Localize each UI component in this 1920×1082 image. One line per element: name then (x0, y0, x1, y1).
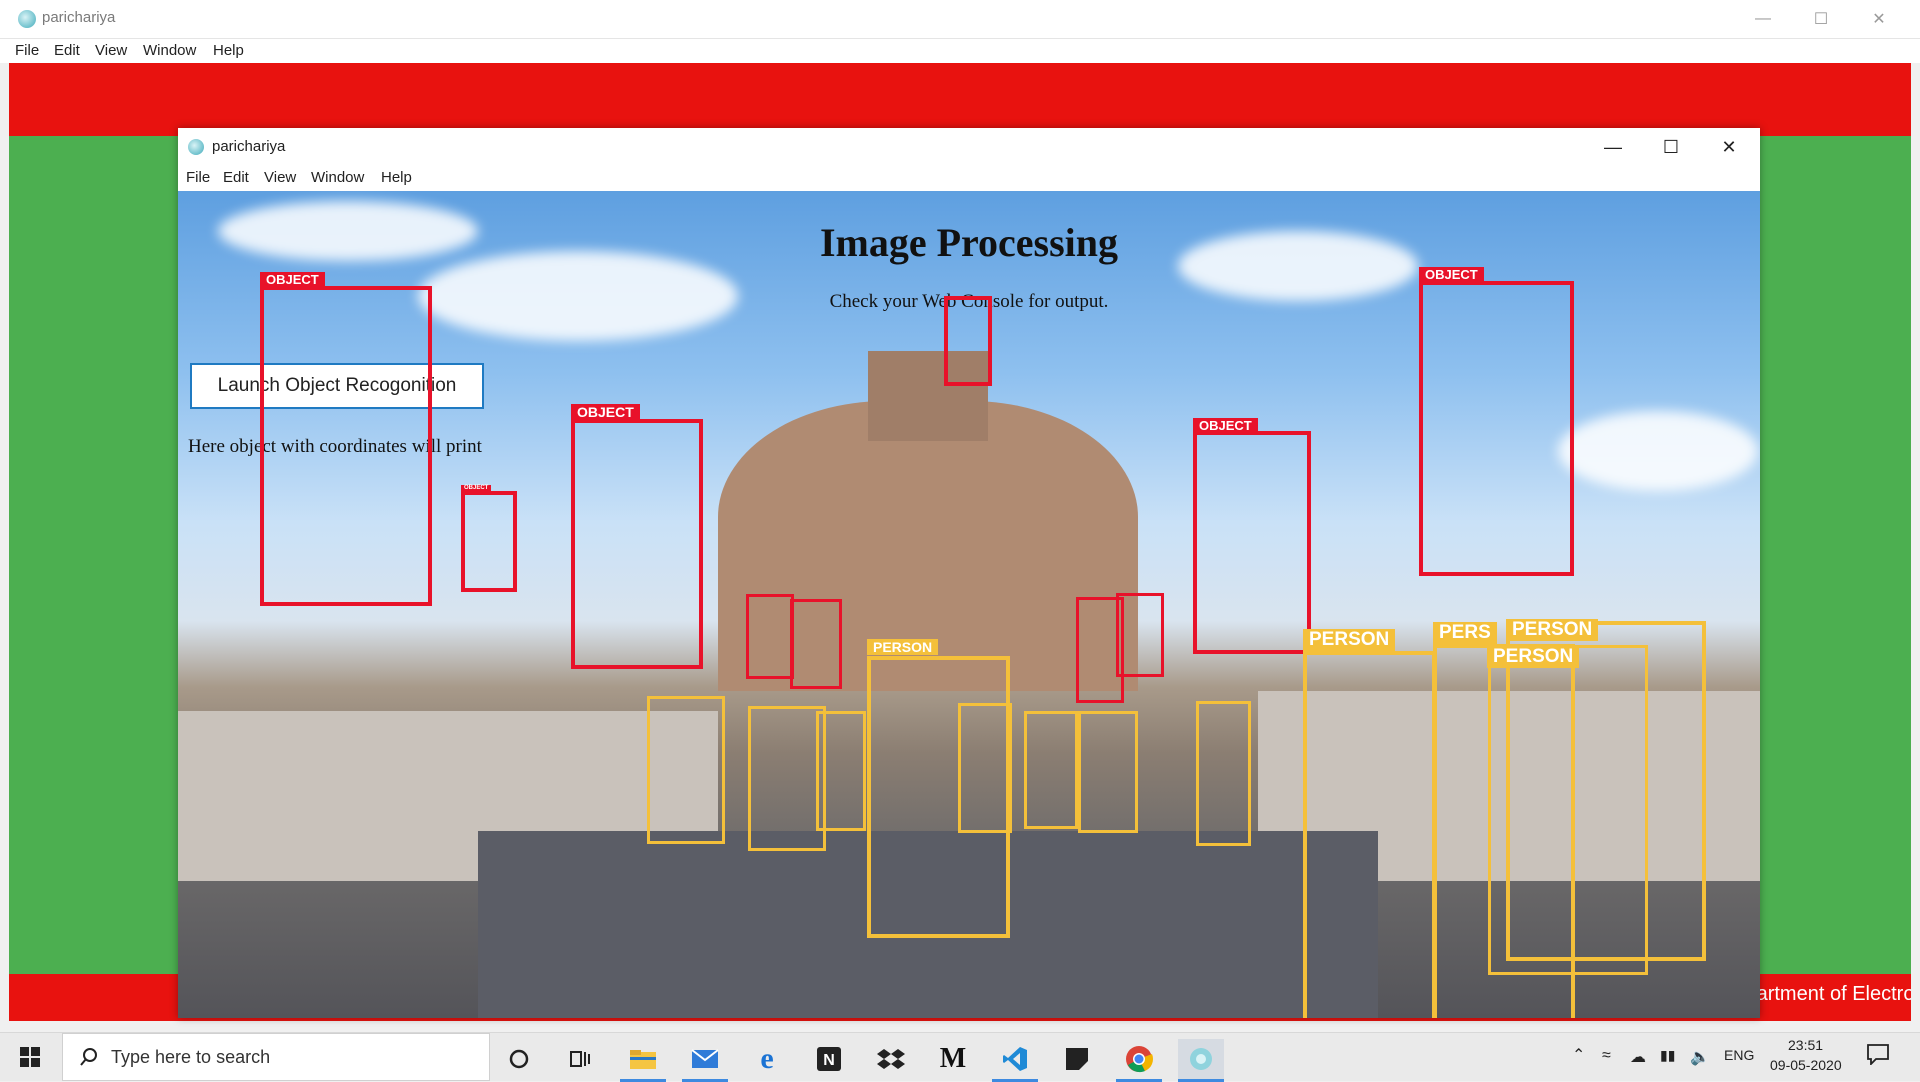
maximize-button[interactable]: ☐ (1792, 0, 1850, 38)
vscode-icon[interactable] (992, 1039, 1038, 1082)
menu-file[interactable]: File (15, 42, 39, 59)
object-tag: OBJECT (1419, 267, 1484, 282)
volume-icon[interactable]: 🔈 (1690, 1047, 1710, 1067)
person-tag: PERSON (867, 639, 939, 655)
show-hidden-icons[interactable]: ⌃ (1572, 1045, 1585, 1065)
person-detection-box (1024, 711, 1078, 829)
search-placeholder: Type here to search (111, 1047, 271, 1067)
top-banner (9, 63, 1911, 136)
inner-window: parichariya — ☐ ✕ File Edit View Window … (178, 128, 1760, 1018)
menu-window[interactable]: Window (143, 42, 196, 59)
menu-help[interactable]: Help (213, 42, 244, 59)
object-detection-box: OBJECT (571, 404, 703, 669)
outer-menu-bar: File Edit View Window Help (0, 39, 1920, 63)
person-detection-box: PERSON (1487, 645, 1648, 975)
app-icon (188, 139, 204, 155)
notifications-icon[interactable] (1866, 1043, 1890, 1068)
object-tag: OBJECT (260, 272, 325, 287)
inner-window-title: parichariya (212, 138, 286, 155)
object-detection-box: OBJECT (461, 485, 517, 592)
chrome-icon[interactable] (1116, 1039, 1162, 1082)
mail-icon[interactable] (682, 1039, 728, 1082)
person-detection-box: PERSON (1303, 629, 1436, 1018)
inner-minimize-button[interactable]: — (1584, 128, 1642, 166)
close-button[interactable]: ✕ (1850, 0, 1908, 38)
inner-menu-bar: File Edit View Window Help (178, 166, 1760, 190)
inner-title-bar: parichariya — ☐ ✕ (178, 128, 1760, 166)
search-icon (80, 1048, 97, 1066)
app-content-area: It is gladdening to thank Humanitarian T… (9, 63, 1911, 1021)
object-detection-box: OBJECT (260, 272, 432, 606)
inner-menu-window[interactable]: Window (311, 169, 364, 186)
object-detection-box (1116, 593, 1164, 677)
person-tag: PERS (1433, 622, 1497, 644)
object-detection-box: OBJECT (1419, 267, 1574, 576)
taskbar: Type here to search e N M ⌃ ≈ ☁ ▮▮ 🔈 ENG… (0, 1032, 1920, 1082)
app-icon (18, 10, 36, 28)
person-detection-box (748, 706, 826, 851)
image-canvas: Image Processing Check your Web Console … (178, 191, 1760, 1018)
clock-date[interactable]: 09-05-2020 (1770, 1057, 1842, 1073)
inner-menu-view[interactable]: View (264, 169, 296, 186)
network-icon[interactable]: ☁ (1630, 1047, 1646, 1067)
edge-icon[interactable]: e (744, 1039, 790, 1079)
menu-edit[interactable]: Edit (54, 42, 80, 59)
notion-icon[interactable]: N (806, 1039, 852, 1079)
inner-menu-file[interactable]: File (186, 169, 210, 186)
sticky-notes-icon[interactable] (1054, 1039, 1100, 1079)
battery-icon[interactable]: ▮▮ (1660, 1047, 1675, 1064)
person-detection-box (1078, 711, 1138, 833)
inner-menu-edit[interactable]: Edit (223, 169, 249, 186)
person-detection-box (816, 711, 866, 831)
person-detection-box (958, 703, 1012, 833)
start-button[interactable] (0, 1033, 60, 1081)
object-tag: OBJECT (571, 404, 640, 420)
person-tag: PERSON (1487, 646, 1580, 668)
svg-text:N: N (823, 1052, 835, 1069)
person-tag: PERSON (1506, 619, 1599, 641)
parichariya-app-icon[interactable] (1178, 1039, 1224, 1082)
minimize-button[interactable]: — (1734, 0, 1792, 38)
language-indicator[interactable]: ENG (1724, 1047, 1754, 1063)
object-detection-box (944, 296, 992, 386)
object-tag: OBJECT (1193, 418, 1258, 433)
object-detection-box (790, 599, 842, 689)
object-tag: OBJECT (461, 485, 492, 491)
inner-menu-help[interactable]: Help (381, 169, 412, 186)
outer-window-title: parichariya (42, 9, 116, 26)
person-tag: PERSON (1303, 629, 1396, 651)
menu-view[interactable]: View (95, 42, 127, 59)
clock-time[interactable]: 23:51 (1788, 1037, 1823, 1053)
medium-icon[interactable]: M (930, 1039, 976, 1079)
file-explorer-icon[interactable] (620, 1039, 666, 1082)
inner-maximize-button[interactable]: ☐ (1642, 128, 1700, 166)
windows-icon (20, 1047, 40, 1067)
cortana-icon[interactable] (496, 1039, 542, 1079)
object-detection-box: OBJECT (1193, 418, 1311, 654)
cloud (1558, 411, 1758, 491)
person-detection-box (647, 696, 725, 844)
wifi-icon[interactable]: ≈ (1602, 1047, 1611, 1065)
page-title: Image Processing (819, 220, 1119, 265)
task-view-icon[interactable] (557, 1039, 603, 1079)
dropbox-icon[interactable] (868, 1039, 914, 1079)
person-detection-box (1196, 701, 1251, 846)
inner-close-button[interactable]: ✕ (1700, 128, 1758, 166)
taskbar-search[interactable]: Type here to search (62, 1033, 490, 1081)
outer-title-bar: parichariya — ☐ ✕ (0, 0, 1920, 39)
object-detection-box (746, 594, 794, 679)
